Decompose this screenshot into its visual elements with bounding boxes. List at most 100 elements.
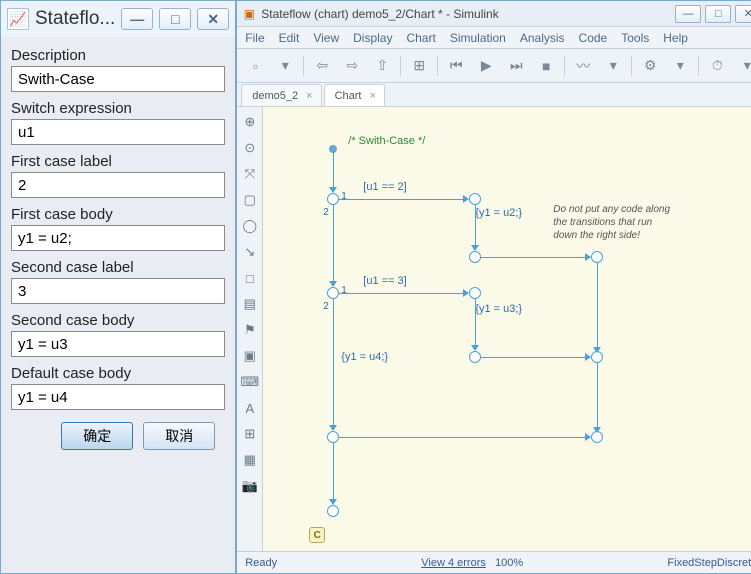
- minimize-icon: —: [130, 11, 144, 27]
- statusbar: Ready View 4 errors 100% FixedStepDiscre…: [237, 551, 751, 573]
- action-label: {y1 = u4;}: [341, 351, 388, 363]
- palette-icon[interactable]: ▢: [241, 191, 259, 209]
- cancel-button[interactable]: 取消: [143, 422, 215, 450]
- palette-icon[interactable]: 📷: [241, 477, 259, 495]
- window-close-button[interactable]: ✕: [735, 5, 751, 23]
- palette-icon[interactable]: ▤: [241, 295, 259, 313]
- palette-icon[interactable]: ◯: [241, 217, 259, 235]
- ok-button[interactable]: 确定: [61, 422, 133, 450]
- stateflow-dialog: 📈 Stateflo... — □ ✕ Description Switch e…: [0, 0, 236, 574]
- palette-icon[interactable]: ⚑: [241, 321, 259, 339]
- menu-analysis[interactable]: Analysis: [520, 31, 565, 45]
- dropdown-icon[interactable]: ▾: [668, 54, 692, 78]
- stop-icon[interactable]: ■: [534, 54, 558, 78]
- transition-line: [333, 205, 334, 285]
- menu-code[interactable]: Code: [579, 31, 608, 45]
- play-icon[interactable]: ▶: [474, 54, 498, 78]
- palette-icon[interactable]: A: [241, 399, 259, 417]
- status-zoom: 100%: [495, 557, 523, 569]
- palette-icon[interactable]: ⌨: [241, 373, 259, 391]
- transition-line: [475, 299, 476, 349]
- library-icon[interactable]: ⊞: [407, 54, 431, 78]
- menu-chart[interactable]: Chart: [406, 31, 435, 45]
- menu-file[interactable]: File: [245, 31, 264, 45]
- description-input[interactable]: [11, 66, 225, 92]
- dropdown-icon[interactable]: ▾: [601, 54, 625, 78]
- gear-icon[interactable]: ⚙: [638, 54, 662, 78]
- window-title: Stateflow (chart) demo5_2/Chart * - Simu…: [261, 7, 671, 21]
- palette-icon[interactable]: ⤧: [241, 165, 259, 183]
- palette-icon[interactable]: □: [241, 269, 259, 287]
- first-case-label-input[interactable]: [11, 172, 225, 198]
- transition-line: [475, 205, 476, 249]
- junction-node[interactable]: [469, 287, 481, 299]
- menu-display[interactable]: Display: [353, 31, 392, 45]
- separator: [631, 56, 632, 76]
- back-icon[interactable]: ⇦: [310, 54, 334, 78]
- document-tabs: demo5_2× Chart×: [237, 83, 751, 107]
- palette-icon[interactable]: ▦: [241, 451, 259, 469]
- chart-note: Do not put any code along the transition…: [553, 203, 673, 242]
- dialog-titlebar: 📈 Stateflo... — □ ✕: [1, 1, 235, 37]
- simulink-icon: 📈: [7, 8, 29, 30]
- junction-node[interactable]: [469, 193, 481, 205]
- window-maximize-button[interactable]: □: [705, 5, 731, 23]
- first-case-body-input[interactable]: [11, 225, 225, 251]
- junction-node[interactable]: [591, 251, 603, 263]
- c-badge[interactable]: C: [309, 527, 325, 543]
- palette-icon[interactable]: ⊕: [241, 113, 259, 131]
- tab-demo5-2[interactable]: demo5_2×: [241, 84, 321, 106]
- tab-close-icon[interactable]: ×: [370, 90, 376, 102]
- simulink-window: ▣ Stateflow (chart) demo5_2/Chart * - Si…: [236, 0, 751, 574]
- menu-tools[interactable]: Tools: [621, 31, 649, 45]
- palette-icon[interactable]: ↘: [241, 243, 259, 261]
- dialog-minimize-button[interactable]: —: [121, 8, 153, 30]
- junction-node[interactable]: [327, 193, 339, 205]
- dropdown-icon[interactable]: ▾: [735, 54, 751, 78]
- clock-icon[interactable]: ⏱: [705, 54, 729, 78]
- dialog-close-button[interactable]: ✕: [197, 8, 229, 30]
- dialog-maximize-button[interactable]: □: [159, 8, 191, 30]
- work-area: ⊕ ⊙ ⤧ ▢ ◯ ↘ □ ▤ ⚑ ▣ ⌨ A ⊞ ▦ 📷 /* Swith-C…: [237, 107, 751, 551]
- scope-icon[interactable]: 〰: [571, 54, 595, 78]
- transition-line: [333, 151, 334, 191]
- maximize-icon: □: [171, 11, 179, 27]
- junction-node[interactable]: [327, 287, 339, 299]
- junction-node[interactable]: [327, 431, 339, 443]
- switch-expression-input[interactable]: [11, 119, 225, 145]
- guard-label: [u1 == 2]: [363, 181, 406, 193]
- arrow-down-icon: [593, 427, 601, 433]
- toolbar: ▫ ▾ ⇦ ⇨ ⇧ ⊞ ⏮ ▶ ⏭ ■ 〰 ▾ ⚙ ▾ ⏱ ▾: [237, 49, 751, 83]
- window-minimize-button[interactable]: —: [675, 5, 701, 23]
- default-case-body-input[interactable]: [11, 384, 225, 410]
- forward-icon[interactable]: ⇨: [340, 54, 364, 78]
- up-icon[interactable]: ⇧: [370, 54, 394, 78]
- menu-edit[interactable]: Edit: [279, 31, 300, 45]
- step-back-icon[interactable]: ⏮: [444, 54, 468, 78]
- second-case-label-input[interactable]: [11, 278, 225, 304]
- junction-node[interactable]: [469, 351, 481, 363]
- junction-node[interactable]: [469, 251, 481, 263]
- dialog-buttons: 确定 取消: [11, 412, 225, 462]
- new-icon[interactable]: ▫: [243, 54, 267, 78]
- status-errors-link[interactable]: View 4 errors: [421, 557, 486, 569]
- second-case-body-input[interactable]: [11, 331, 225, 357]
- palette-icon[interactable]: ⊙: [241, 139, 259, 157]
- palette: ⊕ ⊙ ⤧ ▢ ◯ ↘ □ ▤ ⚑ ▣ ⌨ A ⊞ ▦ 📷: [237, 107, 263, 551]
- chart-canvas[interactable]: /* Swith-Case */ 1 2 [u1 == 2] {y1 = u2;…: [263, 107, 751, 551]
- palette-icon[interactable]: ⊞: [241, 425, 259, 443]
- menu-help[interactable]: Help: [663, 31, 688, 45]
- tab-close-icon[interactable]: ×: [306, 90, 312, 102]
- separator: [564, 56, 565, 76]
- junction-node[interactable]: [327, 505, 339, 517]
- transition-line: [339, 437, 589, 438]
- menu-simulation[interactable]: Simulation: [450, 31, 506, 45]
- transition-line: [333, 443, 334, 503]
- step-forward-icon[interactable]: ⏭: [504, 54, 528, 78]
- palette-icon[interactable]: ▣: [241, 347, 259, 365]
- tab-chart[interactable]: Chart×: [324, 84, 385, 106]
- field-label: First case label: [11, 153, 225, 170]
- status-center: View 4 errors 100%: [277, 557, 667, 569]
- dropdown-icon[interactable]: ▾: [273, 54, 297, 78]
- menu-view[interactable]: View: [313, 31, 339, 45]
